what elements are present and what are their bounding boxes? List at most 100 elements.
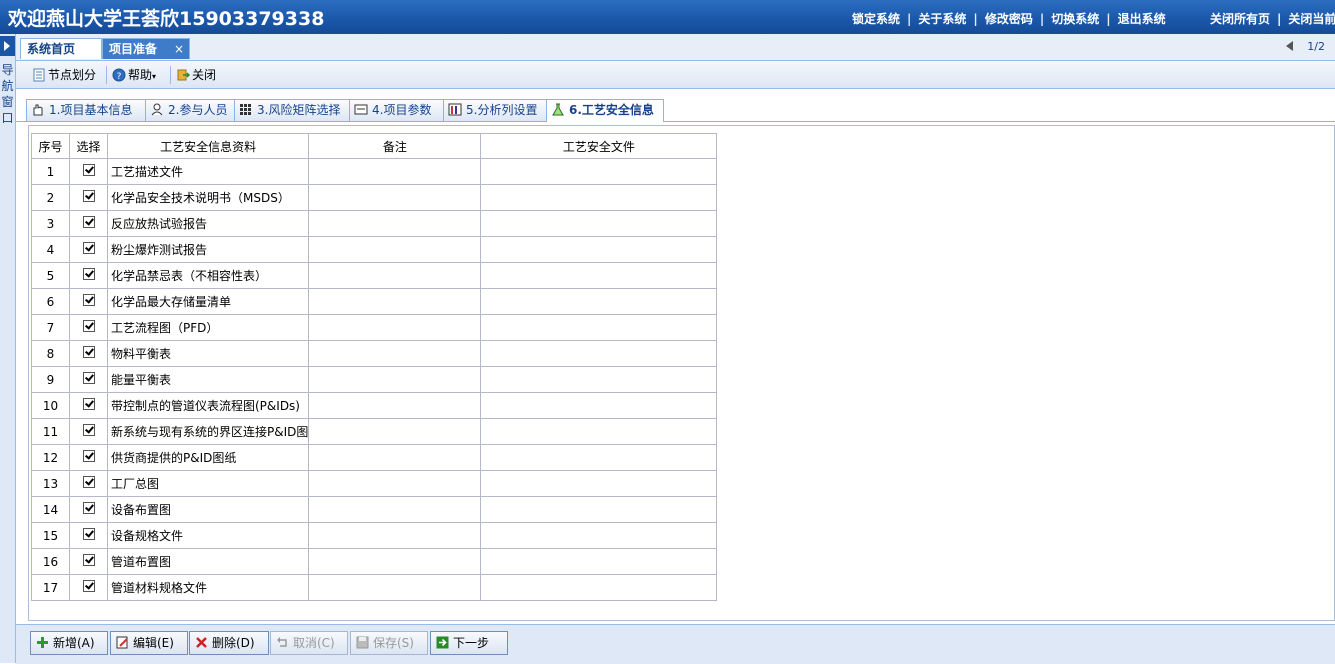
row-safety-file[interactable] xyxy=(480,288,718,315)
tab-project-params[interactable]: 4.项目参数 xyxy=(349,99,445,121)
tab-project-basic-info[interactable]: 1.项目基本信息 xyxy=(26,99,150,121)
close-tab-icon[interactable]: × xyxy=(174,39,184,59)
row-checkbox[interactable] xyxy=(82,346,95,358)
row-remarks[interactable] xyxy=(308,470,482,497)
tab-project-prep[interactable]: 项目准备 × xyxy=(102,38,190,59)
table-row[interactable]: 4 粉尘爆炸测试报告 xyxy=(31,236,718,263)
row-safety-file[interactable] xyxy=(480,522,718,549)
tab-process-safety-info[interactable]: 6.工艺安全信息 xyxy=(546,99,664,122)
row-remarks[interactable] xyxy=(308,314,482,341)
row-material-name[interactable]: 管道材料规格文件 xyxy=(106,574,310,601)
row-checkbox[interactable] xyxy=(82,268,95,280)
row-material-name[interactable]: 工厂总图 xyxy=(106,470,310,497)
row-checkbox[interactable] xyxy=(82,242,95,254)
row-checkbox[interactable] xyxy=(82,580,95,592)
edit-button[interactable]: 编辑(E) xyxy=(110,631,188,655)
row-checkbox[interactable] xyxy=(82,372,95,384)
column-header-select[interactable]: 选择 xyxy=(69,133,108,159)
row-checkbox[interactable] xyxy=(82,294,95,306)
row-checkbox[interactable] xyxy=(82,190,95,202)
row-material-name[interactable]: 化学品最大存储量清单 xyxy=(106,288,310,315)
row-remarks[interactable] xyxy=(308,158,482,185)
close-button[interactable]: 关闭 xyxy=(176,65,216,85)
row-remarks[interactable] xyxy=(308,236,482,263)
column-header-no[interactable]: 序号 xyxy=(31,133,70,159)
table-row[interactable]: 16 管道布置图 xyxy=(31,548,718,575)
next-step-button[interactable]: 下一步 xyxy=(430,631,508,655)
row-material-name[interactable]: 设备规格文件 xyxy=(106,522,310,549)
row-safety-file[interactable] xyxy=(480,236,718,263)
row-material-name[interactable]: 反应放热试验报告 xyxy=(106,210,310,237)
expand-nav-icon[interactable] xyxy=(0,36,15,56)
tab-home[interactable]: 系统首页 xyxy=(20,38,102,59)
row-safety-file[interactable] xyxy=(480,574,718,601)
previous-page-icon[interactable] xyxy=(1286,41,1294,51)
row-material-name[interactable]: 化学品安全技术说明书（MSDS） xyxy=(106,184,310,211)
row-material-name[interactable]: 物料平衡表 xyxy=(106,340,310,367)
row-checkbox[interactable] xyxy=(82,476,95,488)
table-row[interactable]: 12 供货商提供的P&ID图纸 xyxy=(31,444,718,471)
row-safety-file[interactable] xyxy=(480,184,718,211)
row-remarks[interactable] xyxy=(308,184,482,211)
row-material-name[interactable]: 带控制点的管道仪表流程图(P&IDs) xyxy=(106,392,310,419)
row-remarks[interactable] xyxy=(308,574,482,601)
node-division-button[interactable]: 节点划分 xyxy=(32,65,96,85)
row-checkbox[interactable] xyxy=(82,450,95,462)
row-material-name[interactable]: 化学品禁忌表（不相容性表） xyxy=(106,262,310,289)
row-safety-file[interactable] xyxy=(480,314,718,341)
row-checkbox[interactable] xyxy=(82,554,95,566)
row-safety-file[interactable] xyxy=(480,470,718,497)
row-remarks[interactable] xyxy=(308,210,482,237)
change-password-link[interactable]: 修改密码 xyxy=(985,12,1033,26)
column-header-file[interactable]: 工艺安全文件 xyxy=(480,133,718,159)
row-safety-file[interactable] xyxy=(480,158,718,185)
lock-system-link[interactable]: 锁定系统 xyxy=(852,12,900,26)
table-row[interactable]: 11 新系统与现有系统的界区连接P&ID图 xyxy=(31,418,718,445)
row-checkbox[interactable] xyxy=(82,424,95,436)
row-remarks[interactable] xyxy=(308,288,482,315)
row-remarks[interactable] xyxy=(308,444,482,471)
row-checkbox[interactable] xyxy=(82,216,95,228)
switch-system-link[interactable]: 切换系统 xyxy=(1051,12,1099,26)
row-material-name[interactable]: 能量平衡表 xyxy=(106,366,310,393)
table-row[interactable]: 5 化学品禁忌表（不相容性表） xyxy=(31,262,718,289)
row-checkbox[interactable] xyxy=(82,164,95,176)
row-material-name[interactable]: 粉尘爆炸测试报告 xyxy=(106,236,310,263)
tab-participants[interactable]: 2.参与人员 xyxy=(145,99,237,121)
table-row[interactable]: 1 工艺描述文件 xyxy=(31,158,718,185)
row-remarks[interactable] xyxy=(308,366,482,393)
row-safety-file[interactable] xyxy=(480,496,718,523)
column-header-remarks[interactable]: 备注 xyxy=(308,133,482,159)
cancel-button[interactable]: 取消(C) xyxy=(270,631,348,655)
table-row[interactable]: 2 化学品安全技术说明书（MSDS） xyxy=(31,184,718,211)
row-safety-file[interactable] xyxy=(480,262,718,289)
about-system-link[interactable]: 关于系统 xyxy=(918,12,966,26)
table-row[interactable]: 10 带控制点的管道仪表流程图(P&IDs) xyxy=(31,392,718,419)
table-row[interactable]: 7 工艺流程图（PFD） xyxy=(31,314,718,341)
row-safety-file[interactable] xyxy=(480,444,718,471)
row-remarks[interactable] xyxy=(308,262,482,289)
close-all-pages-link[interactable]: 关闭所有页 xyxy=(1210,12,1270,26)
row-safety-file[interactable] xyxy=(480,210,718,237)
nav-window-label[interactable]: 导航窗口 xyxy=(0,62,15,126)
row-safety-file[interactable] xyxy=(480,418,718,445)
delete-button[interactable]: 删除(D) xyxy=(189,631,269,655)
row-checkbox[interactable] xyxy=(82,320,95,332)
row-material-name[interactable]: 供货商提供的P&ID图纸 xyxy=(106,444,310,471)
row-safety-file[interactable] xyxy=(480,548,718,575)
row-checkbox[interactable] xyxy=(82,502,95,514)
row-material-name[interactable]: 设备布置图 xyxy=(106,496,310,523)
row-remarks[interactable] xyxy=(308,392,482,419)
table-row[interactable]: 17 管道材料规格文件 xyxy=(31,574,718,601)
row-remarks[interactable] xyxy=(308,548,482,575)
row-checkbox[interactable] xyxy=(82,398,95,410)
help-button[interactable]: ? 帮助▾ xyxy=(112,65,156,85)
row-safety-file[interactable] xyxy=(480,340,718,367)
row-remarks[interactable] xyxy=(308,522,482,549)
add-button[interactable]: 新增(A) xyxy=(30,631,108,655)
column-header-material[interactable]: 工艺安全信息资料 xyxy=(106,133,310,159)
row-material-name[interactable]: 工艺描述文件 xyxy=(106,158,310,185)
row-remarks[interactable] xyxy=(308,418,482,445)
row-checkbox[interactable] xyxy=(82,528,95,540)
table-row[interactable]: 15 设备规格文件 xyxy=(31,522,718,549)
